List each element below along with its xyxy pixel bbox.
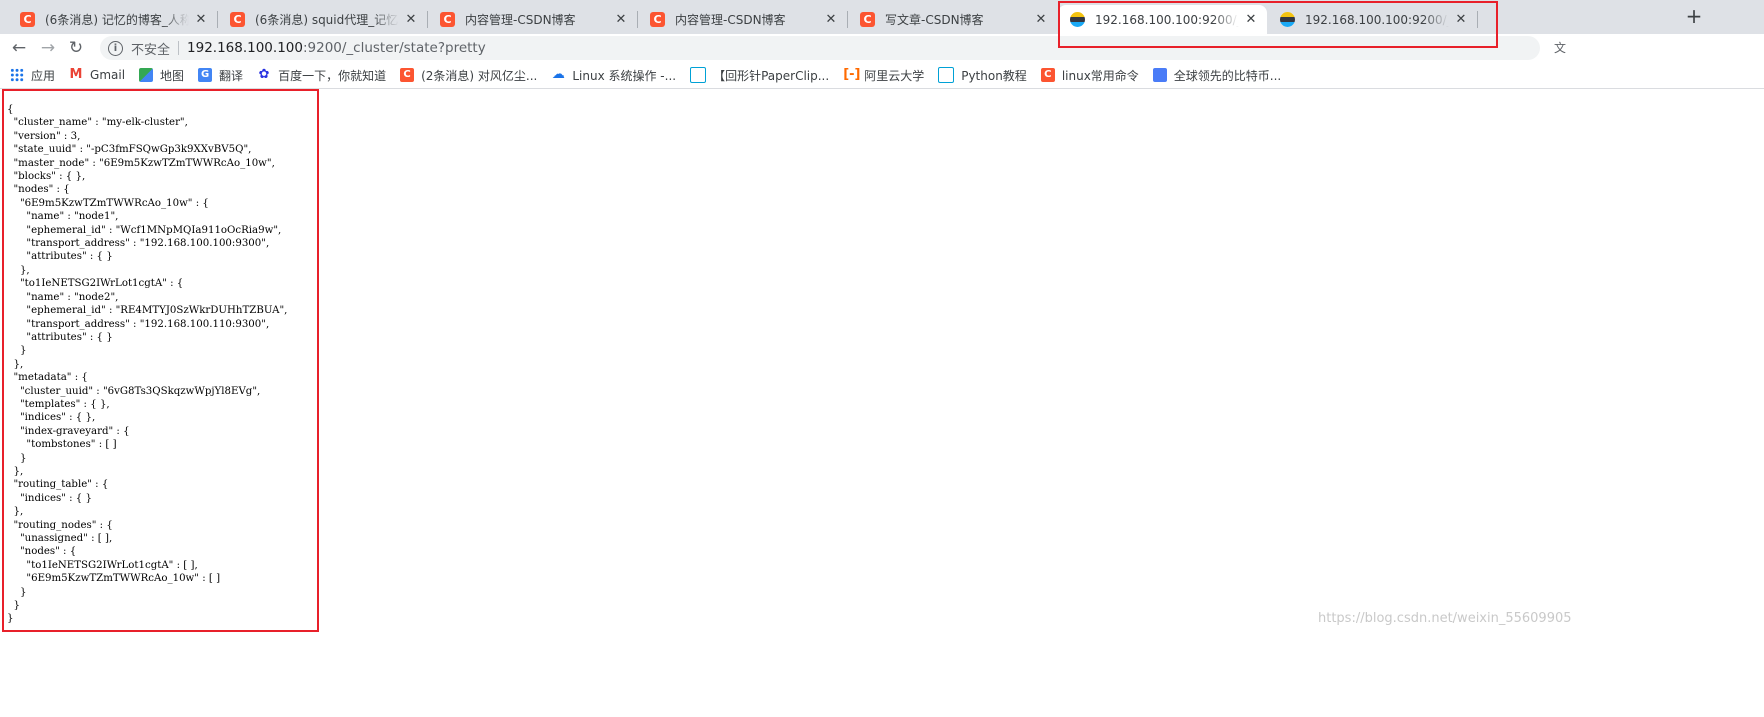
bookmark-linux-commands[interactable]: Clinux常用命令 bbox=[1040, 67, 1139, 84]
json-response-body: { "cluster_name" : "my-elk-cluster", "ve… bbox=[7, 104, 288, 625]
tab-strip: C (6条消息) 记忆的博客_人称鲁大 ✕ C (6条消息) squid代理_记… bbox=[0, 0, 1764, 34]
bookmark-gmail[interactable]: M Gmail bbox=[69, 67, 126, 83]
address-bar[interactable]: i 不安全 192.168.100.100:9200/_cluster/stat… bbox=[100, 36, 1540, 60]
csdn-icon: C bbox=[650, 12, 665, 27]
cloud-icon: ☁ bbox=[551, 67, 565, 82]
back-button[interactable]: ← bbox=[8, 37, 30, 59]
csdn-icon: C bbox=[440, 12, 455, 27]
translate-icon: G bbox=[198, 68, 213, 82]
tab-title: (6条消息) squid代理_记忆的博客 bbox=[255, 13, 399, 27]
translate-page-icon[interactable]: 文 bbox=[1552, 40, 1568, 56]
baidu-icon: ✿ bbox=[258, 67, 270, 82]
csdn-icon: C bbox=[860, 12, 875, 27]
csdn-icon: C bbox=[230, 12, 245, 27]
csdn-icon: C bbox=[400, 68, 415, 82]
new-tab-button[interactable]: + bbox=[1682, 5, 1706, 29]
coin-icon bbox=[1152, 68, 1167, 82]
security-label[interactable]: 不安全 bbox=[131, 39, 170, 58]
bookmark-python[interactable]: Python教程 bbox=[938, 67, 1027, 84]
tab-content-manage-2[interactable]: C 内容管理-CSDN博客 ✕ bbox=[638, 5, 847, 34]
bookmark-label: 阿里云大学 bbox=[864, 68, 925, 83]
bookmark-aliyun[interactable]: [-] 阿里云大学 bbox=[843, 67, 924, 84]
apps-icon bbox=[10, 68, 24, 82]
bookmark-translate[interactable]: G 翻译 bbox=[198, 67, 243, 84]
browser-toolbar: ← → ↻ i 不安全 192.168.100.100:9200/_cluste… bbox=[0, 34, 1764, 62]
tab-cluster-state-active[interactable]: 192.168.100.100:9200/_cluster ✕ bbox=[1058, 5, 1267, 34]
url-text[interactable]: 192.168.100.100:9200/_cluster/state?pret… bbox=[187, 40, 486, 56]
tab-content-manage-1[interactable]: C 内容管理-CSDN博客 ✕ bbox=[428, 5, 637, 34]
bookmark-label: 地图 bbox=[160, 68, 185, 83]
watermark: https://blog.csdn.net/weixin_55609905 bbox=[1318, 611, 1572, 626]
forward-button[interactable]: → bbox=[37, 37, 59, 59]
close-icon[interactable]: ✕ bbox=[823, 12, 839, 28]
divider bbox=[178, 41, 180, 55]
tab-title: 192.168.100.100:9200/_cluster bbox=[1305, 12, 1449, 27]
tab-title: (6条消息) 记忆的博客_人称鲁大 bbox=[45, 13, 189, 27]
bookmark-baidu[interactable]: ✿ 百度一下，你就知道 bbox=[257, 67, 386, 84]
bookmark-label: Linux 系统操作 -... bbox=[572, 68, 677, 83]
csdn-icon: C bbox=[1040, 68, 1055, 82]
tab-title: 写文章-CSDN博客 bbox=[885, 13, 984, 27]
bookmark-label: Gmail bbox=[90, 68, 126, 82]
bookmarks-bar: 应用 M Gmail 地图 G 翻译 ✿ 百度一下，你就知道 C (2条消息) 对风亿尘… bbox=[0, 62, 1764, 89]
close-icon[interactable]: ✕ bbox=[1243, 12, 1259, 28]
csdn-icon: C bbox=[20, 12, 35, 27]
tab-csdn-blog-1[interactable]: C (6条消息) 记忆的博客_人称鲁大 ✕ bbox=[8, 5, 217, 34]
url-path: :9200/_cluster/state?pretty bbox=[302, 40, 486, 56]
bookmark-label: Python教程 bbox=[961, 68, 1027, 83]
close-icon[interactable]: ✕ bbox=[613, 12, 629, 28]
bilibili-icon bbox=[938, 67, 955, 83]
bookmark-paperclip[interactable]: 【回形针PaperClip... bbox=[690, 67, 829, 84]
tab-write-article[interactable]: C 写文章-CSDN博客 ✕ bbox=[848, 5, 1057, 34]
info-icon[interactable]: i bbox=[108, 40, 123, 56]
tab-separator bbox=[1477, 11, 1478, 28]
tab-title: 192.168.100.100:9200/_cluster bbox=[1095, 12, 1239, 27]
bookmark-label: 百度一下，你就知道 bbox=[278, 68, 387, 83]
tab-title: 内容管理-CSDN博客 bbox=[465, 13, 576, 27]
bookmark-linux-ops[interactable]: ☁ Linux 系统操作 -... bbox=[551, 67, 676, 84]
elastic-icon bbox=[1070, 12, 1085, 27]
elastic-icon bbox=[1280, 12, 1295, 27]
bookmark-label: 【回形针PaperClip... bbox=[713, 68, 830, 83]
bilibili-icon bbox=[690, 67, 707, 83]
close-icon[interactable]: ✕ bbox=[193, 12, 209, 28]
bookmark-maps[interactable]: 地图 bbox=[139, 67, 184, 84]
close-icon[interactable]: ✕ bbox=[1453, 12, 1469, 28]
url-host: 192.168.100.100 bbox=[187, 40, 303, 56]
bookmark-apps[interactable]: 应用 bbox=[10, 67, 55, 84]
close-icon[interactable]: ✕ bbox=[1033, 12, 1049, 28]
aliyun-icon: [-] bbox=[843, 67, 861, 82]
gmail-icon: M bbox=[69, 67, 83, 82]
reload-button[interactable]: ↻ bbox=[65, 37, 87, 59]
bookmark-bitcoin[interactable]: 全球领先的比特币... bbox=[1152, 67, 1282, 84]
bookmark-label: (2条消息) 对风亿尘... bbox=[421, 68, 538, 83]
tab-csdn-squid[interactable]: C (6条消息) squid代理_记忆的博客 ✕ bbox=[218, 5, 427, 34]
close-icon[interactable]: ✕ bbox=[403, 12, 419, 28]
tab-cluster-state-2[interactable]: 192.168.100.100:9200/_cluster ✕ bbox=[1268, 5, 1477, 34]
bookmark-label: 全球领先的比特币... bbox=[1173, 68, 1282, 83]
bookmark-label: 翻译 bbox=[219, 68, 244, 83]
bookmark-label: linux常用命令 bbox=[1061, 68, 1139, 83]
bookmark-label: 应用 bbox=[31, 68, 56, 83]
tab-title: 内容管理-CSDN博客 bbox=[675, 13, 786, 27]
maps-icon bbox=[139, 68, 154, 82]
bookmark-csdn-wind[interactable]: C (2条消息) 对风亿尘... bbox=[400, 67, 537, 84]
